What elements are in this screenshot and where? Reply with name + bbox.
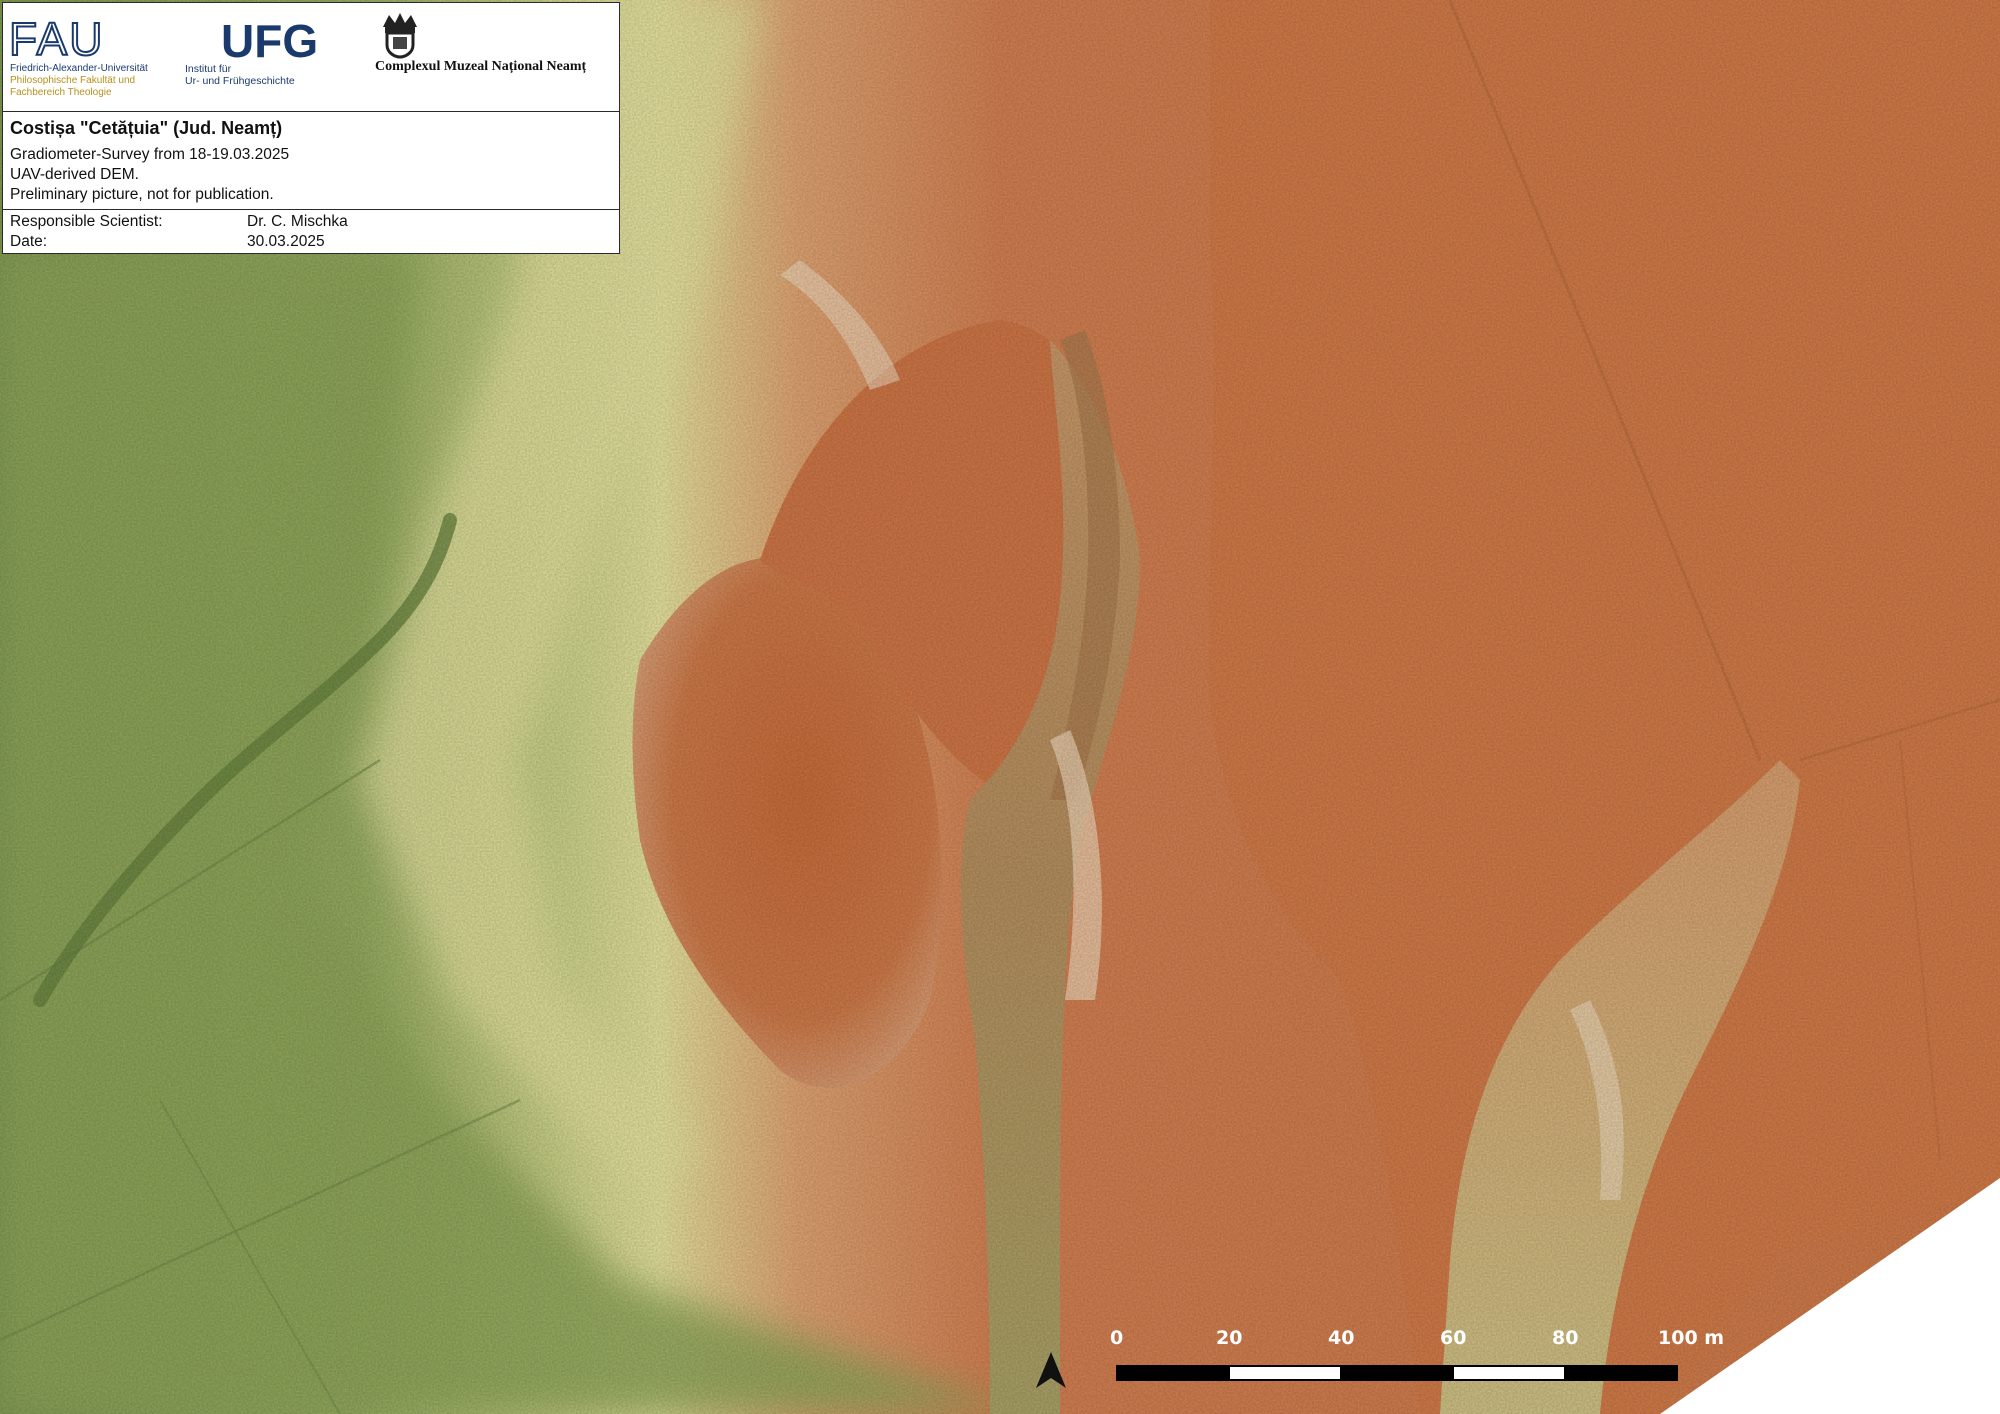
scale-segment-1: [1116, 1365, 1230, 1381]
scale-segment-2: [1228, 1365, 1342, 1381]
date-label: Date:: [10, 233, 48, 250]
museum-emblem-icon: [383, 13, 417, 59]
site-title: Costișa "Cetățuia" (Jud. Neamț): [10, 118, 283, 138]
title-block: FAU Friedrich-Alexander-Universität Phil…: [2, 2, 620, 254]
ufg-logo-icon: UFG: [221, 17, 317, 61]
fau-logo-icon: FAU: [9, 17, 104, 59]
fau-logo-text: FAU: [9, 17, 104, 59]
scientist-value: Dr. C. Mischka: [247, 213, 348, 230]
scale-segment-5: [1564, 1365, 1678, 1381]
scale-tick-20: 20: [1216, 1327, 1243, 1349]
date-value: 30.03.2025: [247, 233, 325, 250]
scale-segment-4: [1452, 1365, 1566, 1381]
scale-tick-40: 40: [1328, 1327, 1355, 1349]
fau-caption-line3: Fachbereich Theologie: [10, 87, 112, 98]
ufg-caption: Institut für Ur- und Frühgeschichte: [185, 63, 295, 87]
ufg-caption-line2: Ur- und Frühgeschichte: [185, 75, 295, 87]
scale-segment-3: [1340, 1365, 1454, 1381]
fau-caption: Friedrich-Alexander-Universität Philosop…: [10, 63, 148, 99]
scale-tick-80: 80: [1552, 1327, 1579, 1349]
fau-caption-line2: Philosophische Fakultät und: [10, 75, 136, 86]
survey-line: Gradiometer-Survey from 18-19.03.2025: [10, 146, 290, 163]
ufg-caption-line1: Institut für: [185, 63, 232, 75]
scale-bar: [1116, 1365, 1678, 1381]
logo-row: FAU Friedrich-Alexander-Universität Phil…: [3, 3, 619, 112]
ufg-logo-text: UFG: [221, 17, 317, 61]
scale-tick-60: 60: [1440, 1327, 1467, 1349]
site-info: Costișa "Cetățuia" (Jud. Neamț) Gradiome…: [3, 112, 619, 210]
dem-line: UAV-derived DEM.: [10, 166, 139, 183]
fau-caption-line1: Friedrich-Alexander-Universität: [10, 63, 148, 74]
north-arrow-icon: [1036, 1352, 1066, 1388]
scale-tick-100: 100 m: [1658, 1327, 1725, 1349]
disclaimer-line: Preliminary picture, not for publication…: [10, 186, 274, 203]
scale-tick-0: 0: [1110, 1327, 1124, 1349]
meta-info: Responsible Scientist: Dr. C. Mischka Da…: [3, 210, 619, 255]
museum-name: Complexul Muzeal Național Neamț: [375, 59, 587, 74]
scientist-label: Responsible Scientist:: [10, 213, 163, 230]
